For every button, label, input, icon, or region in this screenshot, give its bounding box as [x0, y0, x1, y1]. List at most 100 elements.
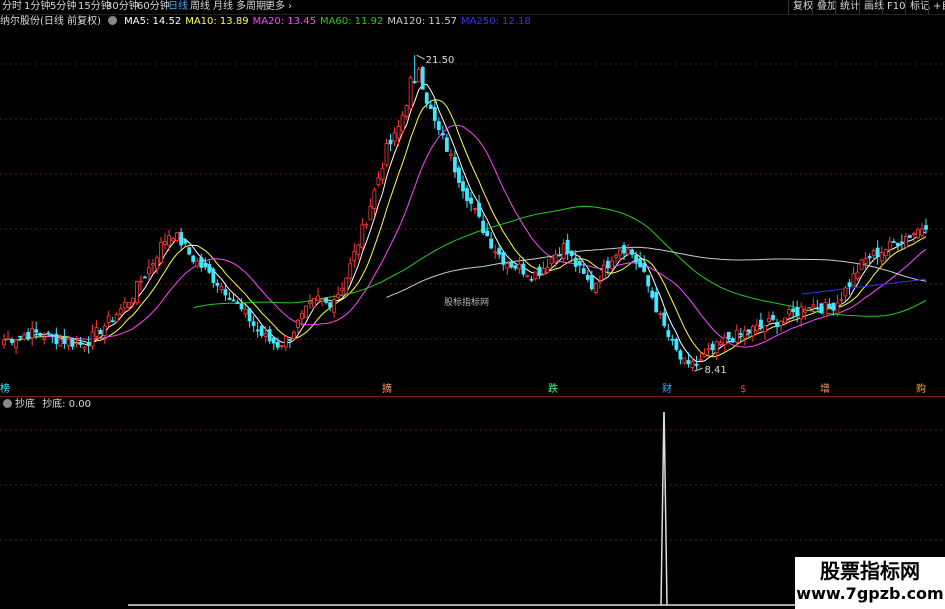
- candle-body: [86, 342, 91, 347]
- candle-body: [420, 67, 425, 90]
- candle-body: [473, 208, 477, 210]
- candle-body: [819, 303, 824, 314]
- candle-body: [509, 261, 514, 268]
- candle-body: [730, 338, 735, 343]
- candle-body: [122, 302, 127, 309]
- candle-body: [344, 277, 349, 294]
- candle-body: [916, 229, 920, 238]
- candle-body: [891, 241, 896, 244]
- candle-body: [489, 238, 494, 249]
- candle-body: [606, 260, 610, 269]
- candle-body: [348, 263, 353, 279]
- candle-body: [642, 263, 647, 272]
- candle-body: [300, 312, 304, 320]
- candle-body: [58, 338, 63, 347]
- candle-body: [589, 275, 594, 290]
- candle-body: [646, 275, 651, 287]
- candle-body: [126, 302, 131, 308]
- candle-body: [138, 280, 143, 283]
- toolbar-item-6[interactable]: 日线: [168, 0, 188, 14]
- candle-body: [243, 308, 248, 315]
- candle-body: [183, 239, 188, 244]
- candle-body: [275, 341, 280, 348]
- candle-body: [714, 340, 719, 354]
- candle-body: [263, 333, 268, 338]
- candle-body: [179, 232, 184, 246]
- toolbar-item-2[interactable]: 5分钟: [50, 0, 76, 14]
- candle-body: [690, 361, 695, 368]
- kline-chart[interactable]: 21.50 8.41 股标指标网榜 摘 跌 财 $ 增 购: [0, 29, 945, 396]
- candle-body: [368, 206, 373, 221]
- candle-body: [279, 345, 284, 348]
- toolbar-item-8[interactable]: 月线: [213, 0, 233, 14]
- candle-body: [501, 251, 506, 265]
- candle-body: [710, 343, 715, 351]
- candle-body: [191, 255, 196, 262]
- candle-body: [78, 341, 83, 345]
- candle-body: [537, 266, 542, 276]
- candle-body: [549, 257, 554, 265]
- candle-body: [465, 188, 469, 201]
- candle-body: [634, 254, 639, 263]
- candle-body: [658, 313, 663, 315]
- candle-body: [287, 338, 292, 341]
- toolbar-item-1[interactable]: 1分钟: [24, 0, 50, 14]
- toolbar-item-7[interactable]: 周线: [190, 0, 210, 14]
- toolbar-item-5[interactable]: 60分钟: [137, 0, 170, 14]
- ma-legend-item-5: MA250: 12.18: [461, 16, 531, 27]
- ma-line-250: [801, 278, 927, 295]
- candle-body: [207, 264, 212, 273]
- candle-body: [428, 104, 433, 109]
- ma-legend-item-3: MA60: 11.92: [319, 16, 384, 27]
- candle-body: [666, 330, 671, 337]
- candle-body: [638, 259, 643, 268]
- candle-body: [469, 197, 473, 204]
- candle-body: [630, 249, 634, 255]
- toolbar-item-4[interactable]: 30分钟: [106, 0, 139, 14]
- candle-body: [291, 331, 296, 339]
- candle-body: [444, 137, 449, 152]
- candle-body: [356, 244, 361, 255]
- candle-body: [336, 294, 341, 298]
- candle-body: [513, 265, 518, 269]
- candle-body: [251, 321, 256, 326]
- toolbar-item-0[interactable]: 分时: [2, 0, 22, 14]
- toolbar-item-9[interactable]: 多周期: [236, 0, 266, 14]
- candle-body: [920, 228, 924, 236]
- candle-body: [811, 304, 816, 308]
- candle-body: [525, 275, 530, 278]
- toolbar-right-item-6[interactable]: +自: [928, 0, 945, 14]
- candle-body: [134, 281, 139, 303]
- stock-name: 纳尔股份(日线 前复权): [0, 16, 101, 27]
- candle-body: [404, 105, 409, 117]
- candle-body: [316, 295, 320, 302]
- candle-body: [66, 338, 71, 346]
- candle-body: [779, 320, 783, 326]
- candle-body: [50, 334, 55, 337]
- candle-body: [70, 338, 75, 347]
- candle-body: [847, 282, 852, 288]
- candle-body: [26, 332, 31, 340]
- candle-body: [702, 353, 707, 358]
- candle-body: [581, 268, 586, 274]
- candle-body: [2, 339, 6, 346]
- candle-body: [626, 248, 630, 255]
- candle-body: [618, 249, 622, 256]
- candle-body: [505, 263, 510, 269]
- candle-body: [775, 321, 779, 327]
- indicator-settings-icon[interactable]: [3, 399, 12, 408]
- event-marker-3: 财: [662, 382, 672, 395]
- candle-body: [871, 250, 876, 256]
- indicator-spike: [660, 412, 668, 606]
- candle-body: [175, 232, 180, 242]
- candle-body: [783, 317, 787, 324]
- settings-icon[interactable]: [107, 16, 117, 25]
- candle-body: [30, 328, 35, 339]
- candle-body: [360, 224, 365, 248]
- toolbar-item-10[interactable]: 更多 ›: [265, 0, 292, 14]
- candle-body: [867, 256, 872, 259]
- candle-body: [167, 235, 171, 246]
- event-marker-4: $: [740, 384, 746, 395]
- candle-body: [851, 273, 856, 287]
- candle-body: [195, 260, 200, 267]
